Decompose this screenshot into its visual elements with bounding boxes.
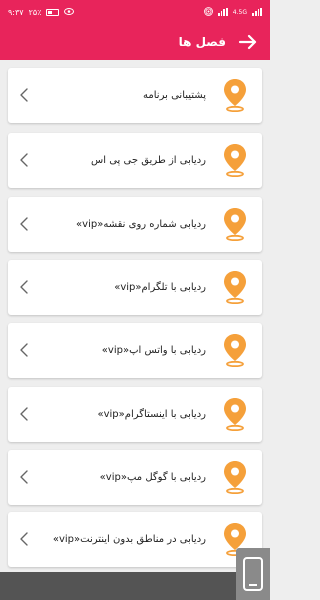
list-item-label: ردیابی با اینستاگرام«vip» [97,409,206,420]
map-pin-icon [222,78,248,113]
chevron-left-icon [18,152,30,168]
list-item[interactable]: ردیابی در مناطق بدون اینترنت«vip» [8,512,262,567]
app-bar: فصل ها [0,24,270,60]
chevron-left-icon [18,279,30,295]
signal-icon [217,8,228,16]
page-title: فصل ها [178,35,226,49]
map-pin-icon [222,270,248,305]
status-bar-right: 4.5G [203,6,262,18]
map-pin-icon [222,143,248,178]
arrow-right-icon [238,34,257,50]
bottom-bar [0,572,270,600]
chevron-left-icon [18,531,30,547]
list-item[interactable]: ردیابی شماره روی نقشه«vip» [8,197,262,252]
status-time: ۹:۳۷ [8,7,24,17]
battery-icon [46,8,60,16]
list-item[interactable]: ردیابی با گوگل مپ«vip» [8,450,262,505]
chevron-left-icon [18,406,30,422]
list-item[interactable]: پشتیبانی برنامه [8,68,262,123]
chevron-left-icon [18,216,30,232]
list-item-label: ردیابی شماره روی نقشه«vip» [76,219,206,230]
map-pin-icon [222,207,248,242]
back-button[interactable] [236,30,260,54]
list-item[interactable]: ردیابی با واتس اپ«vip» [8,323,262,378]
list-item[interactable]: ردیابی از طریق جی پی اس [8,133,262,188]
eye-icon [64,7,75,17]
signal-icon-2 [252,8,262,16]
app-logo-watermark [236,548,270,600]
list-item-label: ردیابی با واتس اپ«vip» [101,345,206,356]
status-bar-left: ۹:۳۷ ۲۵٪ [8,7,75,17]
status-bar: ۹:۳۷ ۲۵٪ 4.5G [0,0,270,24]
chevron-left-icon [18,469,30,485]
battery-percent: ۲۵٪ [28,7,42,17]
list-item-label: پشتیبانی برنامه [143,90,206,101]
list-item-label: ردیابی با تلگرام«vip» [114,282,206,293]
hotspot-icon [203,6,213,18]
list-item-label: ردیابی با گوگل مپ«vip» [99,472,206,483]
list-item-label: ردیابی از طریق جی پی اس [91,155,206,166]
map-pin-icon [222,333,248,368]
map-pin-icon [222,397,248,432]
list-item[interactable]: ردیابی با تلگرام«vip» [8,260,262,315]
map-pin-icon [222,460,248,495]
list-item-label: ردیابی در مناطق بدون اینترنت«vip» [52,534,206,545]
chevron-left-icon [18,87,30,103]
list-item[interactable]: ردیابی با اینستاگرام«vip» [8,387,262,442]
chevron-left-icon [18,342,30,358]
network-type: 4.5G [232,8,247,16]
